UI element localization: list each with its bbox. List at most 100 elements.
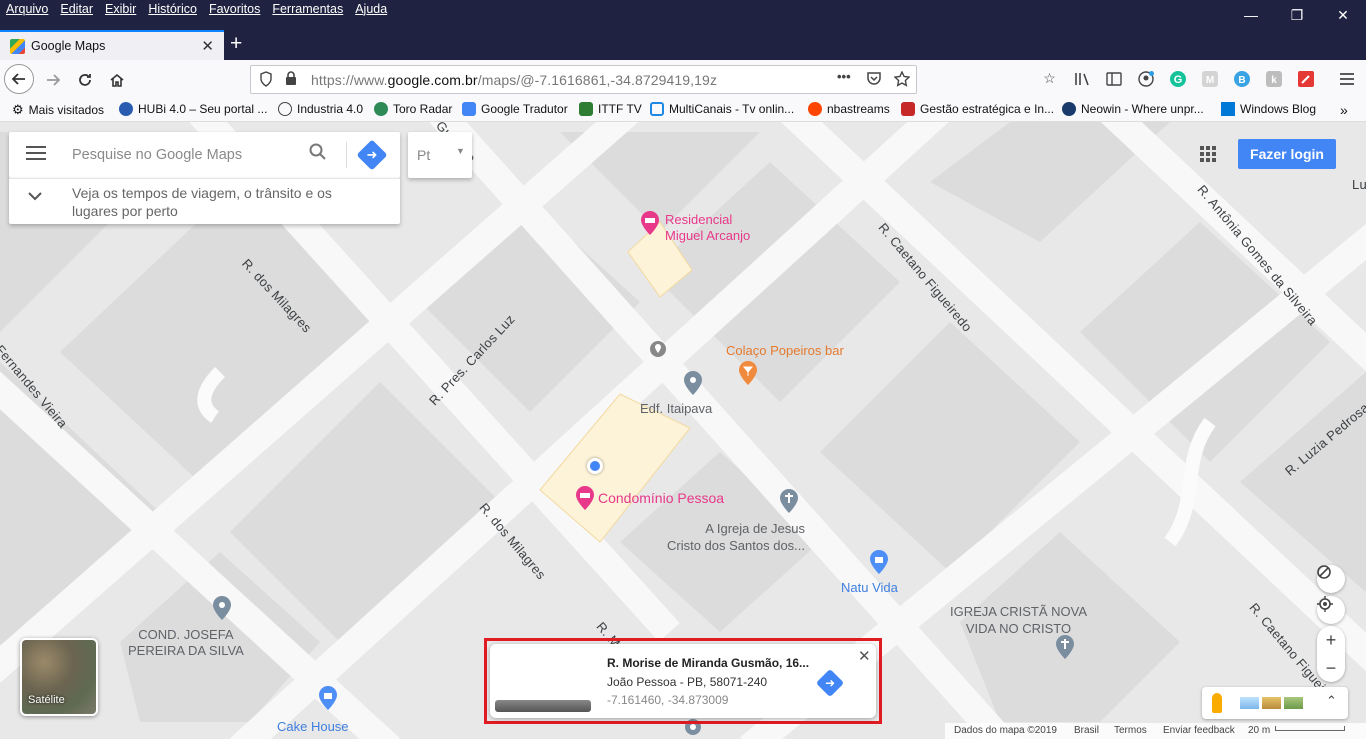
travel-times-panel[interactable]: Veja os tempos de viagem, o trânsito e o… — [9, 178, 400, 224]
bookmark-hubi[interactable]: HUBi 4.0 – Seu portal ... — [119, 102, 267, 116]
menu-favoritos[interactable]: Favoritos — [209, 2, 260, 16]
close-window-button[interactable]: ✕ — [1320, 0, 1366, 30]
bar-pin-icon — [739, 361, 757, 385]
home-button[interactable] — [102, 65, 132, 95]
bookmark-mais-visitados[interactable]: ⚙ Mais visitados — [12, 102, 104, 118]
search-input[interactable]: Pesquise no Google Maps — [72, 147, 242, 163]
apps-grid-icon[interactable] — [1200, 146, 1216, 162]
tab-title: Google Maps — [31, 39, 106, 53]
bookmark-neowin[interactable]: Neowin - Where unpr... — [1062, 102, 1204, 116]
menu-arquivo[interactable]: Arquivo — [6, 2, 48, 16]
bookmark-gestao[interactable]: Gestão estratégica e In... — [901, 102, 1054, 116]
my-location-icon[interactable] — [1317, 596, 1345, 624]
tab-google-maps[interactable]: Google Maps ✕ — [0, 30, 224, 60]
directions-button[interactable]: ➜ — [356, 139, 388, 171]
extension-pen-icon[interactable] — [1297, 70, 1314, 87]
card-title[interactable]: R. Morise de Miranda Gusmão, 16... — [607, 656, 809, 670]
bookmark-nbastreams[interactable]: nbastreams — [808, 102, 890, 116]
url-text[interactable]: https://www.google.com.br/maps/@-7.16168… — [311, 72, 717, 88]
location-marker-icon[interactable] — [649, 340, 667, 358]
hamburger-menu-icon[interactable] — [26, 146, 46, 162]
menu-exibir[interactable]: Exibir — [105, 2, 136, 16]
card-close-icon[interactable]: ✕ — [858, 647, 871, 665]
menu-items: Arquivo Editar Exibir Histórico Favorito… — [6, 2, 387, 16]
shopping-pin-icon — [319, 686, 337, 710]
lock-icon[interactable] — [285, 71, 297, 89]
tab-close-icon[interactable]: ✕ — [201, 37, 214, 55]
grammarly-extension-icon[interactable]: G — [1169, 70, 1186, 87]
dropdown-arrow-icon[interactable]: ▼ — [456, 146, 465, 156]
address-bar[interactable]: https://www.google.com.br/maps/@-7.16168… — [250, 65, 917, 94]
bookmarks-toolbar: ⚙ Mais visitados HUBi 4.0 – Seu portal .… — [0, 98, 1366, 122]
zoom-out-button[interactable]: − — [1317, 654, 1345, 682]
terms-link[interactable]: Termos — [1114, 725, 1147, 736]
card-coordinates[interactable]: -7.161460, -34.873009 — [607, 693, 728, 707]
library-icon[interactable] — [1073, 70, 1090, 87]
forward-button[interactable] — [38, 65, 68, 95]
bookmark-ittf-tv[interactable]: ITTF TV — [579, 102, 642, 116]
extension-k-icon[interactable]: k — [1265, 70, 1282, 87]
reddit-icon — [808, 102, 822, 116]
bookmarks-overflow-chevron-icon[interactable]: » — [1340, 102, 1348, 118]
login-button[interactable]: Fazer login — [1238, 139, 1336, 169]
pegman-icon[interactable] — [1212, 693, 1222, 713]
extension-m-icon[interactable]: M — [1201, 70, 1218, 87]
menu-editar[interactable]: Editar — [60, 2, 93, 16]
gear-icon: ⚙ — [12, 102, 24, 117]
shield-icon[interactable] — [259, 71, 273, 90]
directions-arrow-icon: ➜ — [824, 676, 836, 690]
imagery-thumb-2[interactable] — [1262, 697, 1281, 709]
shopping-pin-icon — [870, 550, 888, 574]
imagery-bar: ⌃ — [1202, 687, 1348, 719]
poi-label: IGREJA CRISTÃ NOVA VIDA NO CRISTO — [950, 604, 1088, 636]
bookmark-google-tradutor[interactable]: Google Tradutor — [462, 102, 568, 116]
tab-strip: Google Maps ✕ + — [0, 30, 1366, 60]
map-canvas[interactable]: Gusmão R. dos Milagres R. Pres. Carlos L… — [0, 122, 1366, 739]
menu-ferramentas[interactable]: Ferramentas — [272, 2, 343, 16]
country-link[interactable]: Brasil — [1074, 725, 1099, 736]
location-info-card[interactable]: R. Morise de Miranda Gusmão, 16... João … — [490, 644, 876, 718]
bookmark-toro-radar[interactable]: Toro Radar — [374, 102, 452, 116]
bookmark-label: Mais visitados — [28, 103, 105, 117]
bookmark-windows-blog[interactable]: Windows Blog — [1221, 102, 1316, 116]
compass-icon[interactable] — [1317, 565, 1345, 593]
menu-historico[interactable]: Histórico — [148, 2, 197, 16]
ittf-icon — [579, 102, 593, 116]
reload-button[interactable] — [70, 65, 100, 95]
bookmark-label: nbastreams — [827, 102, 890, 116]
bookmark-multicanais[interactable]: MultiCanais - Tv onlin... — [650, 102, 794, 116]
imagery-thumb-1[interactable] — [1240, 697, 1259, 709]
sidebar-icon[interactable] — [1105, 70, 1122, 87]
page-actions-menu-icon[interactable]: ••• — [837, 69, 851, 84]
bookmark-star-icon[interactable] — [893, 70, 911, 90]
layer-button[interactable]: Pt ▼ — [408, 132, 472, 178]
menu-ajuda[interactable]: Ajuda — [355, 2, 387, 16]
bookmark-industria[interactable]: Industria 4.0 — [278, 102, 363, 116]
back-arrow-icon — [11, 73, 25, 85]
pocket-icon[interactable] — [866, 71, 882, 89]
window-controls: — ❐ ✕ — [1228, 0, 1366, 30]
extension-b-icon[interactable]: B — [1233, 70, 1250, 87]
zoom-in-button[interactable]: + — [1317, 626, 1345, 654]
imagery-thumb-3[interactable] — [1284, 697, 1303, 709]
street-view-thumbnail[interactable] — [495, 700, 591, 712]
account-icon[interactable] — [1137, 70, 1154, 87]
building-pin-icon — [213, 596, 231, 620]
current-location-dot — [587, 458, 603, 474]
scale-bar — [1275, 726, 1345, 731]
reading-list-star-icon[interactable]: ☆ — [1041, 70, 1058, 87]
bookmark-label: Neowin - Where unpr... — [1081, 102, 1204, 116]
restore-button[interactable]: ❐ — [1274, 0, 1320, 30]
scale-label[interactable]: 20 m — [1248, 725, 1270, 736]
minimize-button[interactable]: — — [1228, 0, 1274, 30]
hamburger-menu-icon[interactable] — [1338, 70, 1355, 87]
feedback-link[interactable]: Enviar feedback — [1163, 725, 1235, 736]
poi-label: Cake House — [277, 719, 349, 734]
new-tab-button[interactable]: + — [230, 32, 242, 56]
svg-text:B: B — [1238, 75, 1245, 86]
card-directions-button[interactable]: ➜ — [815, 668, 845, 698]
satellite-toggle[interactable]: Satélite — [20, 638, 98, 716]
back-button[interactable] — [4, 64, 34, 94]
expand-up-icon[interactable]: ⌃ — [1326, 693, 1337, 709]
poi-label: Natu Vida — [841, 580, 898, 595]
